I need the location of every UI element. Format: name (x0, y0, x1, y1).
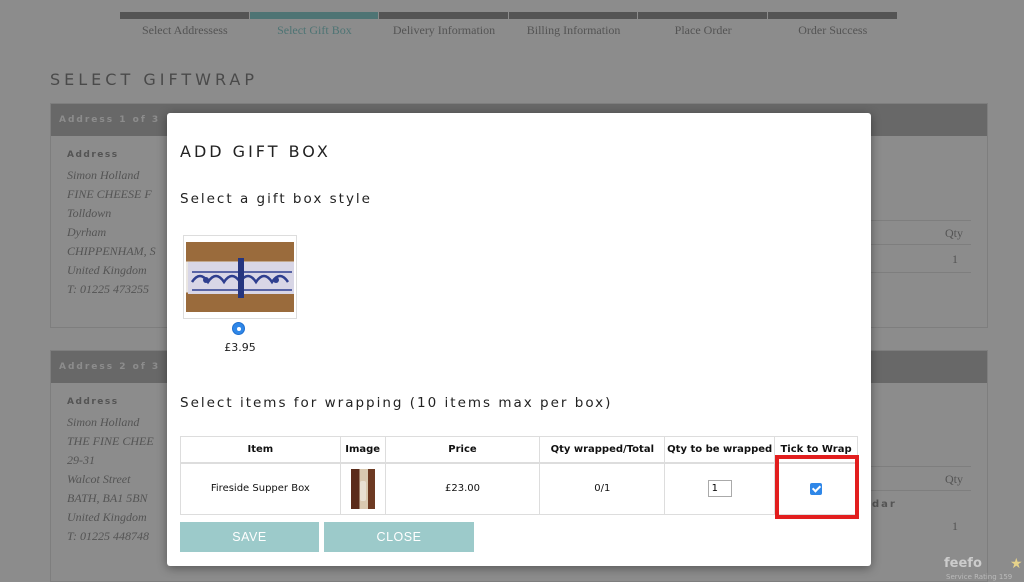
add-gift-box-modal: ADD GIFT BOX Select a gift box style £3.… (167, 113, 871, 566)
star-icon: ★ (1010, 557, 1023, 572)
col-tick-to-wrap: Tick to Wrap (774, 436, 858, 464)
item-name: Fireside Supper Box (180, 462, 341, 515)
table-row: Fireside Supper Box £23.00 0/1 (180, 462, 858, 515)
feefo-badge[interactable]: feefo ★ Service Rating 159 (944, 556, 1024, 582)
gift-box-option[interactable] (183, 235, 297, 319)
item-price: £23.00 (384, 462, 541, 515)
col-image: Image (339, 436, 386, 464)
wrapping-items-table: Item Image Price Qty wrapped/Total Qty t… (180, 436, 858, 515)
modal-title: ADD GIFT BOX (180, 142, 331, 161)
gift-box-image (186, 242, 294, 312)
feefo-service-rating: Service Rating 159 (946, 573, 1013, 581)
feefo-logo: feefo (944, 556, 982, 571)
qty-cell (664, 462, 776, 515)
gift-box-price: £3.95 (224, 341, 256, 354)
tick-cell (774, 462, 858, 515)
gift-box-style-label: Select a gift box style (180, 191, 372, 207)
save-button[interactable]: SAVE (180, 522, 319, 552)
item-qty-wrapped-total: 0/1 (539, 462, 666, 515)
gift-box-radio[interactable] (232, 322, 245, 335)
close-button[interactable]: CLOSE (324, 522, 474, 552)
col-qty-wrapped-total: Qty wrapped/Total (539, 436, 666, 464)
item-thumbnail (350, 468, 375, 509)
table-header-row: Item Image Price Qty wrapped/Total Qty t… (180, 436, 858, 464)
tick-to-wrap-checkbox[interactable] (810, 482, 823, 495)
col-item: Item (180, 436, 341, 464)
qty-to-wrap-input[interactable] (707, 480, 732, 498)
col-price: Price (384, 436, 541, 464)
item-image-cell (339, 462, 386, 515)
items-for-wrapping-label: Select items for wrapping (10 items max … (180, 395, 613, 411)
col-qty-to-be-wrapped: Qty to be wrapped (664, 436, 776, 464)
